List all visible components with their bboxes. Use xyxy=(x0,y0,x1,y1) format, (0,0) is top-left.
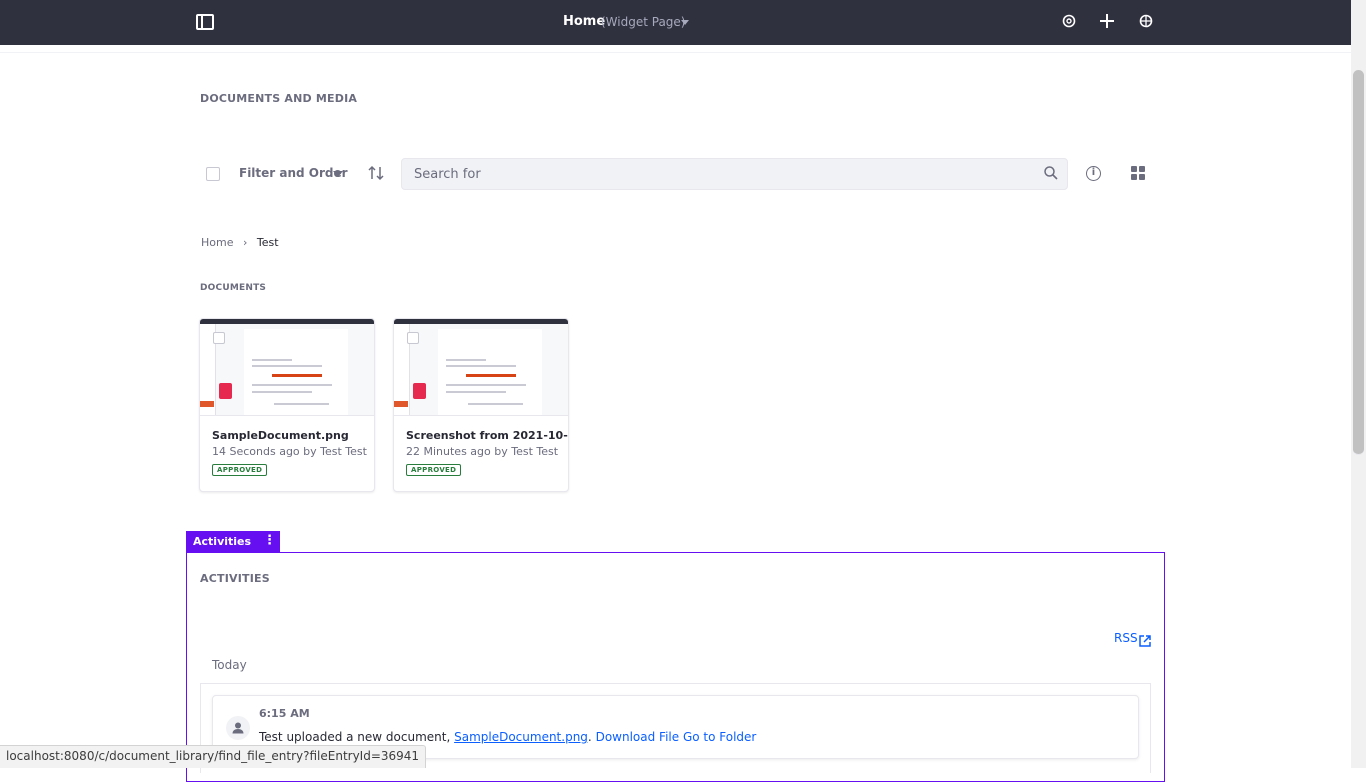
activity-time: 6:15 AM xyxy=(259,707,310,720)
search-icon[interactable] xyxy=(1043,165,1059,181)
documents-section-title: DOCUMENTS xyxy=(200,283,267,293)
document-link[interactable]: SampleDocument.png xyxy=(454,730,588,744)
info-icon[interactable]: i xyxy=(1086,166,1101,181)
search-bar[interactable] xyxy=(401,158,1068,190)
settings-icon[interactable] xyxy=(1060,12,1078,30)
page-scrollbar[interactable] xyxy=(1351,0,1366,768)
breadcrumb-home-link[interactable]: Home xyxy=(201,236,233,249)
cards-view-icon[interactable] xyxy=(1131,166,1145,180)
sort-icon[interactable] xyxy=(367,164,385,182)
document-meta: 22 Minutes ago by Test Test xyxy=(406,445,559,458)
add-icon[interactable] xyxy=(1098,12,1116,30)
page-title: Home xyxy=(563,14,606,29)
activity-description: Test uploaded a new document, xyxy=(259,730,455,744)
document-card[interactable]: Screenshot from 2021-10-... 22 Minutes a… xyxy=(393,318,569,492)
image-file-icon xyxy=(219,383,232,399)
external-link-icon[interactable] xyxy=(1139,632,1151,647)
search-input[interactable] xyxy=(414,159,1024,189)
filter-and-order-button[interactable]: Filter and Order xyxy=(239,166,348,180)
status-badge: APPROVED xyxy=(406,464,462,476)
go-to-folder-link[interactable]: Go to Folder xyxy=(683,730,756,744)
page-type-label: (Widget Page) xyxy=(601,15,686,29)
document-meta: 14 Seconds ago by Test Test xyxy=(212,445,367,458)
portlet-topper-title: Activities xyxy=(193,535,252,548)
separator: . xyxy=(587,730,592,744)
simulation-icon[interactable] xyxy=(1137,12,1155,30)
breadcrumb-current: Test xyxy=(256,236,279,249)
chevron-right-icon: › xyxy=(242,236,248,249)
avatar xyxy=(226,716,250,740)
breadcrumb: Home › Test xyxy=(201,236,279,249)
portlet-title: DOCUMENTS AND MEDIA xyxy=(200,92,358,105)
divider xyxy=(0,52,1351,53)
document-select-checkbox[interactable] xyxy=(213,332,225,344)
download-file-link[interactable]: Download File xyxy=(596,730,680,744)
browser-status-bar: localhost:8080/c/document_library/find_f… xyxy=(0,745,427,768)
activity-group-label: Today xyxy=(212,658,247,672)
options-icon[interactable]: ⋮ xyxy=(263,533,276,549)
chevron-down-icon[interactable] xyxy=(681,20,689,25)
sidebar-toggle-icon[interactable] xyxy=(196,14,214,30)
document-title[interactable]: SampleDocument.png xyxy=(212,429,349,442)
caret-down-icon[interactable] xyxy=(333,171,343,177)
select-all-checkbox[interactable] xyxy=(206,167,220,181)
document-select-checkbox[interactable] xyxy=(407,332,419,344)
document-card[interactable]: SampleDocument.png 14 Seconds ago by Tes… xyxy=(199,318,375,492)
document-thumbnail[interactable] xyxy=(200,319,374,416)
document-title[interactable]: Screenshot from 2021-10-... xyxy=(406,429,568,442)
rss-link[interactable]: RSS xyxy=(1114,631,1138,645)
status-badge: APPROVED xyxy=(212,464,268,476)
image-file-icon xyxy=(413,383,426,399)
activity-text: Test uploaded a new document, SampleDocu… xyxy=(259,730,756,744)
activities-title: ACTIVITIES xyxy=(200,572,270,585)
scrollbar-thumb[interactable] xyxy=(1353,70,1364,455)
document-thumbnail[interactable] xyxy=(394,319,568,416)
control-menu: Home (Widget Page) xyxy=(0,0,1351,45)
portlet-topper[interactable]: Activities ⋮ xyxy=(186,531,280,553)
